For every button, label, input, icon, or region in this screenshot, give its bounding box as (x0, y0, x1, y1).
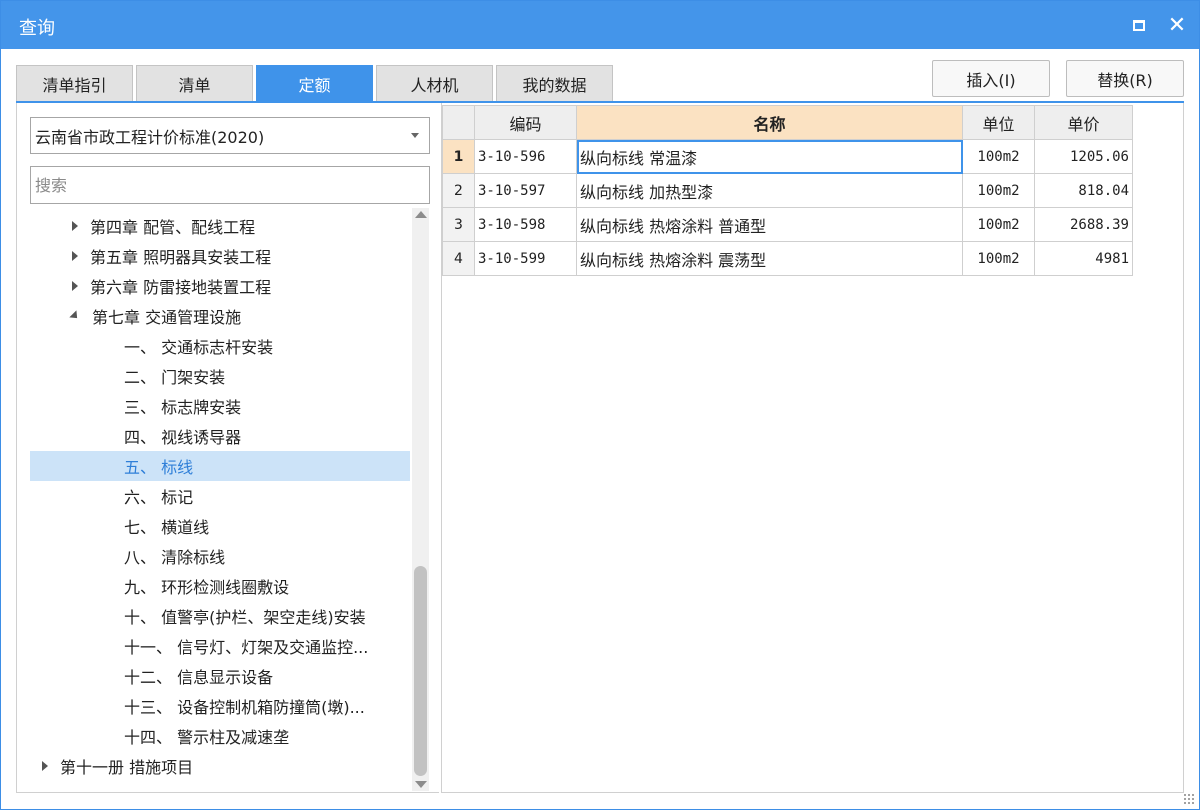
table-row[interactable]: 4 3-10-599 纵向标线 热熔涂料 震荡型 100m2 4981 (442, 241, 1133, 276)
cell-price[interactable]: 1205.06 (1034, 139, 1133, 174)
row-number-header (442, 105, 475, 140)
cell-price[interactable]: 2688.39 (1034, 207, 1133, 242)
cell-unit[interactable]: 100m2 (962, 241, 1035, 276)
cell-code[interactable]: 3-10-599 (474, 241, 577, 276)
cell-name[interactable]: 纵向标线 加热型漆 (576, 173, 963, 208)
table-header-row: 编码 名称 单位 单价 (442, 105, 1133, 140)
tree-item-label: 第十一册 措施项目 (60, 758, 194, 777)
scroll-down-icon[interactable] (415, 781, 427, 788)
tree-item-section-10[interactable]: 十、 值警亭(护栏、架空走线)安装 (30, 601, 410, 631)
table-row[interactable]: 3 3-10-598 纵向标线 热熔涂料 普通型 100m2 2688.39 (442, 207, 1133, 242)
maximize-button[interactable] (1125, 11, 1153, 39)
resize-grip-icon[interactable] (1183, 793, 1195, 805)
tree-item-chapter-5[interactable]: 第五章 照明器具安装工程 (30, 241, 410, 271)
tab-quota[interactable]: 定额 (256, 65, 373, 102)
row-number: 1 (442, 139, 475, 174)
tree-item-section-14[interactable]: 十四、 警示柱及减速垄 (30, 721, 410, 751)
cell-code[interactable]: 3-10-596 (474, 139, 577, 174)
quota-table: 编码 名称 单位 单价 1 3-10-596 纵向标线 常温漆 100m2 12… (442, 105, 1133, 276)
row-number: 2 (442, 173, 475, 208)
left-panel: 云南省市政工程计价标准(2020) 第四章 配管、配线工程 第五章 照明器具安装… (16, 103, 439, 793)
standard-select[interactable]: 云南省市政工程计价标准(2020) (30, 117, 430, 154)
table-row[interactable]: 2 3-10-597 纵向标线 加热型漆 100m2 818.04 (442, 173, 1133, 208)
cell-name[interactable]: 纵向标线 常温漆 (576, 139, 963, 174)
tree-item-section-13[interactable]: 十三、 设备控制机箱防撞筒(墩)... (30, 691, 410, 721)
scroll-up-icon[interactable] (415, 211, 427, 218)
title-bar[interactable]: 查询 ✕ (1, 1, 1199, 49)
replace-button[interactable]: 替换(R) (1066, 60, 1184, 97)
tab-bill-guide[interactable]: 清单指引 (16, 65, 133, 102)
row-number: 3 (442, 207, 475, 242)
column-header-unit[interactable]: 单位 (962, 105, 1035, 140)
close-button[interactable]: ✕ (1163, 11, 1191, 39)
tree-item-section-1[interactable]: 一、 交通标志杆安装 (30, 331, 410, 361)
close-icon: ✕ (1167, 12, 1187, 38)
tree-item-label: 第四章 配管、配线工程 (90, 218, 256, 237)
chevron-down-icon (411, 133, 419, 138)
collapse-arrow-icon[interactable] (69, 310, 81, 322)
column-header-name[interactable]: 名称 (576, 105, 963, 140)
expand-arrow-icon[interactable] (42, 761, 48, 771)
tree-item-section-7[interactable]: 七、 横道线 (30, 511, 410, 541)
tree-item-section-3[interactable]: 三、 标志牌安装 (30, 391, 410, 421)
tree-item-section-5-selected[interactable]: 五、 标线 (30, 451, 410, 481)
tree-item-label: 第七章 交通管理设施 (92, 308, 242, 327)
tree-item-section-11[interactable]: 十一、 信号灯、灯架及交通监控... (30, 631, 410, 661)
insert-button[interactable]: 插入(I) (932, 60, 1050, 97)
cell-price[interactable]: 818.04 (1034, 173, 1133, 208)
cell-unit[interactable]: 100m2 (962, 139, 1035, 174)
search-input[interactable] (30, 166, 430, 204)
cell-code[interactable]: 3-10-598 (474, 207, 577, 242)
tree-item-section-2[interactable]: 二、 门架安装 (30, 361, 410, 391)
column-header-price[interactable]: 单价 (1034, 105, 1133, 140)
tab-bill[interactable]: 清单 (136, 65, 253, 102)
row-number: 4 (442, 241, 475, 276)
cell-unit[interactable]: 100m2 (962, 207, 1035, 242)
tree-item-section-12[interactable]: 十二、 信息显示设备 (30, 661, 410, 691)
tab-labor-material-machine[interactable]: 人材机 (376, 65, 493, 102)
tree-item-section-6[interactable]: 六、 标记 (30, 481, 410, 511)
expand-arrow-icon[interactable] (72, 221, 78, 231)
cell-unit[interactable]: 100m2 (962, 173, 1035, 208)
maximize-icon (1133, 19, 1145, 31)
cell-code[interactable]: 3-10-597 (474, 173, 577, 208)
right-panel: 编码 名称 单位 单价 1 3-10-596 纵向标线 常温漆 100m2 12… (441, 103, 1184, 793)
expand-arrow-icon[interactable] (72, 251, 78, 261)
tree-item-section-4[interactable]: 四、 视线诱导器 (30, 421, 410, 451)
tree-item-label: 第五章 照明器具安装工程 (90, 248, 272, 267)
tree-item-chapter-7[interactable]: 第七章 交通管理设施 (30, 301, 410, 331)
tree-item-section-8[interactable]: 八、 清除标线 (30, 541, 410, 571)
standard-select-value: 云南省市政工程计价标准(2020) (35, 127, 265, 147)
tree-item-chapter-4[interactable]: 第四章 配管、配线工程 (30, 211, 410, 241)
table-row[interactable]: 1 3-10-596 纵向标线 常温漆 100m2 1205.06 (442, 139, 1133, 174)
query-window: 查询 ✕ 清单指引 清单 定额 人材机 我的数据 插入(I) 替换(R) 云南省… (0, 0, 1200, 810)
tab-my-data[interactable]: 我的数据 (496, 65, 613, 102)
tree-item-label: 第六章 防雷接地装置工程 (90, 278, 272, 297)
chapter-tree: 第四章 配管、配线工程 第五章 照明器具安装工程 第六章 防雷接地装置工程 第七… (30, 208, 410, 793)
column-header-code[interactable]: 编码 (474, 105, 577, 140)
window-title: 查询 (19, 18, 55, 39)
cell-price[interactable]: 4981 (1034, 241, 1133, 276)
tree-item-volume-11[interactable]: 第十一册 措施项目 (30, 751, 410, 781)
tree-item-section-9[interactable]: 九、 环形检测线圈敷设 (30, 571, 410, 601)
cell-name[interactable]: 纵向标线 热熔涂料 震荡型 (576, 241, 963, 276)
cell-name[interactable]: 纵向标线 热熔涂料 普通型 (576, 207, 963, 242)
expand-arrow-icon[interactable] (72, 281, 78, 291)
scroll-thumb[interactable] (414, 566, 427, 776)
tree-item-chapter-6[interactable]: 第六章 防雷接地装置工程 (30, 271, 410, 301)
tree-scrollbar[interactable] (412, 208, 429, 791)
